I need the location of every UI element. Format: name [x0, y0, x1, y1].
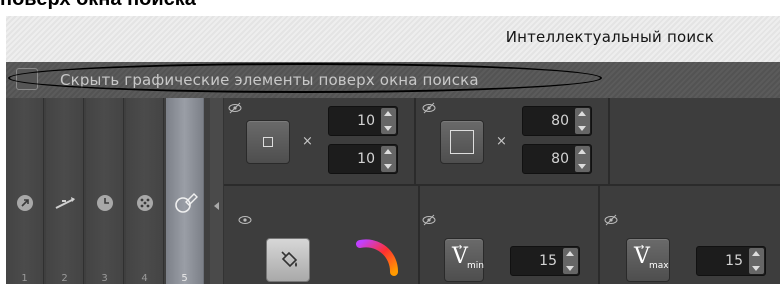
tool-button-1[interactable]: 1 — [6, 98, 44, 284]
max-height-spinbox[interactable]: 80 — [522, 144, 592, 174]
tool-number: 1 — [21, 273, 28, 284]
arrow-up-icon[interactable] — [578, 149, 586, 154]
tool-button-3[interactable]: 3 — [86, 98, 124, 284]
spinbox-arrows[interactable] — [575, 146, 590, 172]
spinbox-value: 80 — [551, 113, 569, 129]
hidden-eye-icon[interactable] — [228, 102, 242, 114]
v-min-sub: min — [467, 261, 484, 271]
hidden-eye-icon[interactable] — [422, 214, 436, 226]
window-titlebar: Интеллектуальный поиск — [6, 16, 780, 62]
arrow-down-icon[interactable] — [578, 164, 586, 169]
arrow-down-icon[interactable] — [578, 126, 586, 131]
fill-color-button[interactable] — [266, 238, 310, 282]
color-arc-indicator — [356, 239, 399, 276]
spinbox-value: 80 — [551, 151, 569, 167]
v-max-sub: max — [649, 261, 669, 271]
tool-button-4[interactable]: 4 — [126, 98, 164, 284]
max-size-button[interactable] — [440, 120, 484, 164]
column-divider — [598, 186, 600, 284]
eye-icon[interactable] — [238, 214, 252, 226]
arrow-up-icon[interactable] — [384, 149, 392, 154]
spinbox-value: 15 — [725, 253, 743, 269]
arrow-up-icon[interactable] — [752, 251, 760, 256]
tool-number: 2 — [61, 273, 68, 284]
spinbox-value: 10 — [357, 113, 375, 129]
column-divider — [418, 186, 420, 284]
v-max-spinbox[interactable]: 15 — [696, 246, 766, 276]
tool-number: 5 — [181, 273, 188, 284]
arrow-down-icon[interactable] — [566, 266, 574, 271]
spinbox-value: 10 — [357, 151, 375, 167]
panel-splitter[interactable] — [210, 98, 224, 284]
window-title: Интеллектуальный поиск — [505, 28, 714, 46]
document-heading: поверх окна поиска — [0, 0, 196, 11]
max-width-spinbox[interactable]: 80 — [522, 106, 592, 136]
move-arrow-icon — [17, 195, 33, 211]
hide-overlay-row: Скрыть графические элементы поверх окна … — [6, 62, 780, 98]
min-height-spinbox[interactable]: 10 — [328, 144, 398, 174]
column-divider — [608, 98, 610, 184]
tool-column: 1 2 3 4 5 — [6, 98, 210, 284]
hidden-eye-icon[interactable] — [422, 102, 436, 114]
hide-overlay-checkbox[interactable] — [16, 68, 38, 90]
paint-bucket-icon — [281, 251, 298, 268]
v-max-label: V — [634, 244, 650, 269]
settings-panel: × 10 10 × 80 80 → V min 15 → V max 15 — [224, 98, 780, 284]
spinbox-arrows[interactable] — [381, 146, 396, 172]
spinbox-value: 15 — [539, 253, 557, 269]
v-min-label: V — [452, 244, 468, 269]
large-square-icon — [450, 130, 474, 154]
spinbox-arrows[interactable] — [563, 248, 578, 274]
spinbox-arrows[interactable] — [381, 108, 396, 134]
arrow-down-icon[interactable] — [752, 266, 760, 271]
clock-icon — [97, 195, 113, 211]
tool-number: 3 — [101, 273, 108, 284]
arrow-up-icon[interactable] — [578, 111, 586, 116]
min-size-button[interactable] — [246, 120, 290, 164]
arrow-up-icon[interactable] — [384, 111, 392, 116]
spinbox-arrows[interactable] — [749, 248, 764, 274]
spinbox-arrows[interactable] — [575, 108, 590, 134]
row-divider — [224, 184, 780, 186]
v-min-spinbox[interactable]: 15 — [510, 246, 580, 276]
hidden-eye-icon[interactable] — [604, 214, 618, 226]
dots-icon — [137, 195, 153, 211]
arrow-up-icon[interactable] — [566, 251, 574, 256]
tool-number: 4 — [141, 273, 148, 284]
v-min-button[interactable]: → V min — [444, 238, 484, 282]
arrow-down-icon[interactable] — [384, 126, 392, 131]
multiply-sign: × — [302, 134, 313, 149]
arrow-down-icon[interactable] — [384, 164, 392, 169]
v-max-button[interactable]: → V max — [626, 238, 670, 282]
line-arrow-icon — [55, 197, 75, 209]
column-divider — [414, 98, 416, 184]
collapse-arrow-icon — [214, 202, 219, 210]
search-window: Интеллектуальный поиск Скрыть графически… — [6, 16, 780, 284]
tool-button-2[interactable]: 2 — [46, 98, 84, 284]
small-square-icon — [263, 137, 273, 147]
multiply-sign: × — [496, 134, 507, 149]
pencil-tool-icon — [175, 193, 198, 213]
hide-overlay-label[interactable]: Скрыть графические элементы поверх окна … — [60, 71, 479, 89]
min-width-spinbox[interactable]: 10 — [328, 106, 398, 136]
tool-button-5[interactable]: 5 — [166, 98, 204, 284]
